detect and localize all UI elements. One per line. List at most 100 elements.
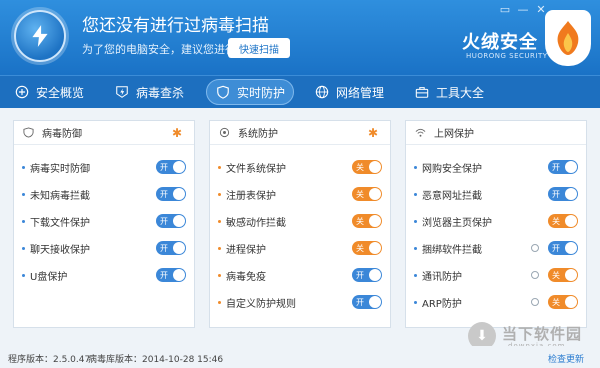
toggle-switch[interactable]: 关 [548, 214, 578, 228]
toggle-switch[interactable]: 关 [352, 187, 382, 201]
program-version: 程序版本：2.5.0.47 [8, 355, 91, 365]
bullet-icon [22, 273, 25, 277]
status-bar: 程序版本：2.5.0.47 病毒库版本：2014-10-28 15:46 检查更… [0, 346, 600, 368]
tab-toolbox[interactable]: 工具大全 [406, 79, 492, 105]
globe-icon [314, 84, 330, 100]
list-item: 文件系统保护 关 [218, 160, 382, 175]
config-gear-icon[interactable] [531, 271, 539, 279]
bullet-icon [218, 219, 221, 223]
tab-virus-scan[interactable]: 病毒查杀 [106, 79, 192, 105]
bullet-icon [414, 165, 417, 169]
config-gear-icon[interactable] [531, 244, 539, 252]
tab-label: 实时防护 [237, 85, 286, 100]
item-label: 恶意网址拦截 [422, 190, 482, 202]
bullet-icon [218, 192, 221, 196]
list-item: 捆绑软件拦截 开 [414, 241, 578, 256]
toggle-switch[interactable]: 开 [156, 214, 186, 228]
toggle-switch[interactable]: 关 [352, 241, 382, 255]
bullet-icon [414, 300, 417, 304]
shield-icon [215, 84, 231, 100]
list-item: ARP防护 关 [414, 295, 578, 310]
item-label: 捆绑软件拦截 [422, 244, 482, 256]
bullet-icon [22, 219, 25, 223]
list-item: 病毒免疫 开 [218, 268, 382, 283]
minimize-icon[interactable]: — [516, 2, 530, 16]
list-item: 通讯防护 关 [414, 268, 578, 283]
tab-label: 网络管理 [336, 85, 385, 100]
check-update-link[interactable]: 检查更新 [548, 352, 584, 365]
toggle-switch[interactable]: 开 [352, 295, 382, 309]
list-item: 自定义防护规则 开 [218, 295, 382, 310]
toggle-switch[interactable]: 开 [548, 160, 578, 174]
panel-title: 病毒防御 [42, 129, 82, 140]
bullet-icon [414, 246, 417, 250]
item-label: 文件系统保护 [226, 163, 286, 175]
toggle-switch[interactable]: 开 [156, 241, 186, 255]
list-item: 聊天接收保护 开 [22, 241, 186, 256]
bullet-icon [218, 273, 221, 277]
list-item: 进程保护 关 [218, 241, 382, 256]
item-label: 病毒免疫 [226, 271, 266, 283]
scan-status-subtitle: 为了您的电脑安全，建议您进行 [82, 43, 236, 56]
toggle-switch[interactable]: 关 [352, 160, 382, 174]
panel-title: 上网保护 [434, 129, 474, 140]
item-label: ARP防护 [422, 298, 462, 310]
toggle-switch[interactable]: 开 [352, 268, 382, 282]
panel-header: 上网保护 [406, 121, 586, 145]
toggle-switch[interactable]: 开 [548, 241, 578, 255]
brand-subtitle: HUORONG SECURITY [466, 52, 548, 60]
settings-gear-icon[interactable]: ✱ [172, 127, 184, 139]
bullet-icon [218, 246, 221, 250]
list-item: 网购安全保护 开 [414, 160, 578, 175]
window-controls: ▭ — ✕ [498, 2, 548, 16]
item-label: 聊天接收保护 [30, 244, 90, 256]
list-item: 敏感动作拦截 关 [218, 214, 382, 229]
panel-title: 系统防护 [238, 129, 278, 140]
toggle-switch[interactable]: 关 [352, 214, 382, 228]
panel-web-protection: 上网保护 网购安全保护 开 恶意网址拦截 开 浏览器主页保护 关 捆绑软件拦截 … [405, 120, 587, 328]
config-gear-icon[interactable] [531, 298, 539, 306]
toggle-switch[interactable]: 关 [548, 268, 578, 282]
plus-circle-icon [14, 84, 30, 100]
item-label: 下载文件保护 [30, 217, 90, 229]
bullet-icon [414, 192, 417, 196]
item-label: 病毒实时防御 [30, 163, 90, 175]
list-item: 恶意网址拦截 开 [414, 187, 578, 202]
bullet-icon [218, 300, 221, 304]
bullet-icon [414, 273, 417, 277]
tab-network-management[interactable]: 网络管理 [306, 79, 392, 105]
tab-security-overview[interactable]: 安全概览 [6, 79, 92, 105]
item-label: 注册表保护 [226, 190, 276, 202]
list-item: 注册表保护 关 [218, 187, 382, 202]
list-item: 下载文件保护 开 [22, 214, 186, 229]
settings-gear-icon[interactable]: ✱ [368, 127, 380, 139]
toggle-switch[interactable]: 开 [156, 268, 186, 282]
item-label: 浏览器主页保护 [422, 217, 492, 229]
virus-shield-icon [22, 127, 34, 139]
panel-header: 病毒防御 ✱ [14, 121, 194, 145]
item-label: 进程保护 [226, 244, 266, 256]
panel-virus-defense: 病毒防御 ✱ 病毒实时防御 开 未知病毒拦截 开 下载文件保护 开 聊天接收保护… [13, 120, 195, 328]
bolt-shield-icon [114, 84, 130, 100]
bullet-icon [22, 192, 25, 196]
watermark-title: 当下软件园 [502, 325, 583, 343]
list-item: U盘保护 开 [22, 268, 186, 283]
brand-logo-icon [545, 10, 591, 66]
toggle-switch[interactable]: 开 [156, 160, 186, 174]
list-item: 未知病毒拦截 开 [22, 187, 186, 202]
status-shield-icon [14, 10, 66, 62]
toggle-switch[interactable]: 关 [548, 295, 578, 309]
main-nav: 安全概览 病毒查杀 实时防护 网络管理 工具大全 [0, 75, 600, 108]
quick-scan-button[interactable]: 快速扫描 [228, 38, 290, 58]
item-label: U盘保护 [30, 271, 68, 283]
menu-icon[interactable]: ▭ [498, 2, 512, 16]
panel-header: 系统防护 ✱ [210, 121, 390, 145]
tab-realtime-protection[interactable]: 实时防护 [206, 79, 295, 105]
toggle-switch[interactable]: 开 [156, 187, 186, 201]
panel-system-protection: 系统防护 ✱ 文件系统保护 关 注册表保护 关 敏感动作拦截 关 进程保护 关 … [209, 120, 391, 328]
toggle-switch[interactable]: 开 [548, 187, 578, 201]
list-item: 病毒实时防御 开 [22, 160, 186, 175]
item-label: 网购安全保护 [422, 163, 482, 175]
tab-label: 工具大全 [436, 85, 485, 100]
scan-status-title: 您还没有进行过病毒扫描 [82, 16, 269, 36]
